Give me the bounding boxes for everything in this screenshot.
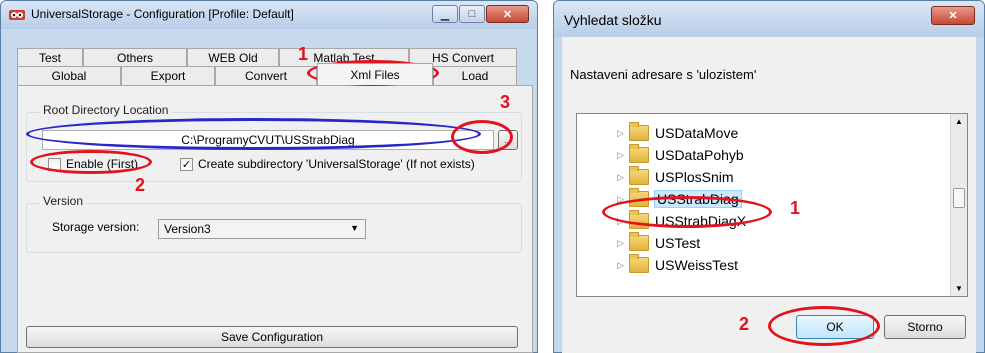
tree-item-label: USDataPohyb	[655, 147, 744, 163]
minimize-button[interactable]: ▁	[432, 5, 458, 23]
tab-test[interactable]: Test	[17, 48, 83, 67]
storage-version-select[interactable]: Version3 ▼	[158, 219, 366, 239]
tree-item-usdatamove[interactable]: ▷ USDataMove	[617, 122, 937, 144]
folder-icon	[629, 232, 649, 251]
minimize-icon: ▁	[440, 8, 450, 21]
app-icon	[9, 8, 25, 22]
folder-tree-scrollbar[interactable]: ▲ ▼	[950, 114, 967, 296]
tab-load[interactable]: Load	[433, 66, 517, 85]
create-subdir-label: Create subdirectory 'UniversalStorage' (…	[198, 157, 475, 171]
storno-button[interactable]: Storno	[884, 315, 966, 339]
tree-item-usweisstest[interactable]: ▷ USWeissTest	[617, 254, 937, 276]
checkmark-icon: ✓	[181, 159, 192, 171]
annotation-ring-browse	[451, 120, 513, 154]
folder-icon	[629, 166, 649, 185]
browse-folder-window: Vyhledat složku ✕ Nastaveni adresare s '…	[553, 0, 985, 353]
annotation-ring-ok	[768, 306, 880, 346]
expand-arrow-icon[interactable]: ▷	[617, 238, 629, 249]
tree-item-usdatapohyb[interactable]: ▷ USDataPohyb	[617, 144, 937, 166]
browse-titlebar: Vyhledat složku ✕	[554, 1, 984, 37]
tab-label: Test	[38, 51, 61, 65]
maximize-icon: □	[468, 8, 476, 20]
tab-label: HS Convert	[431, 51, 495, 65]
save-configuration-button[interactable]: Save Configuration	[26, 326, 518, 348]
tree-item-ustest[interactable]: ▷ USTest	[617, 232, 937, 254]
expand-arrow-icon[interactable]: ▷	[617, 128, 629, 139]
expand-arrow-icon[interactable]: ▷	[617, 150, 629, 161]
create-subdir-checkbox[interactable]: ✓	[180, 158, 193, 171]
save-configuration-label: Save Configuration	[220, 330, 324, 344]
scroll-up-arrow-icon[interactable]: ▲	[955, 117, 963, 126]
close-icon: ✕	[502, 8, 513, 21]
tree-item-label: USPlosSnim	[655, 169, 734, 185]
scroll-down-arrow-icon[interactable]: ▼	[955, 284, 963, 293]
config-titlebar: UniversalStorage - Configuration [Profil…	[1, 1, 537, 29]
browse-close-button[interactable]: ✕	[931, 6, 975, 25]
expand-arrow-icon[interactable]: ▷	[617, 172, 629, 183]
tab-label: Xml Files	[350, 67, 400, 82]
maximize-button[interactable]: □	[459, 5, 485, 23]
tab-label: Global	[51, 69, 87, 83]
config-window: UniversalStorage - Configuration [Profil…	[0, 0, 538, 353]
expand-arrow-icon[interactable]: ▷	[617, 260, 629, 271]
tab-others[interactable]: Others	[83, 48, 187, 67]
scroll-thumb[interactable]	[953, 188, 965, 208]
annotation-number-right-2: 2	[739, 314, 750, 334]
tab-label: Others	[116, 51, 153, 65]
close-button[interactable]: ✕	[486, 5, 529, 23]
annotation-ring-selected-folder	[602, 196, 772, 228]
annotation-ring-enable	[30, 150, 152, 174]
annotation-number-2: 2	[135, 175, 146, 195]
annotation-number-3: 3	[500, 92, 511, 112]
browse-window-title: Vyhledat složku	[564, 12, 662, 28]
close-icon: ✕	[948, 10, 958, 22]
annotation-ring-path	[26, 118, 481, 150]
tree-item-usplossnim[interactable]: ▷ USPlosSnim	[617, 166, 937, 188]
browse-description: Nastaveni adresare s 'ulozistem'	[570, 67, 757, 82]
storage-version-label: Storage version:	[52, 220, 140, 234]
tab-label: WEB Old	[208, 51, 258, 65]
folder-icon	[629, 254, 649, 273]
annotation-number-right-1: 1	[790, 198, 801, 218]
annotation-number-1: 1	[298, 44, 309, 64]
version-group-title: Version	[40, 194, 87, 208]
tab-export[interactable]: Export	[121, 66, 215, 85]
tab-label: Export	[150, 69, 186, 83]
tree-item-label: USTest	[655, 235, 701, 251]
tree-item-label: USWeissTest	[655, 257, 738, 273]
folder-icon	[629, 144, 649, 163]
storage-version-value: Version3	[164, 222, 211, 236]
tab-xml-files[interactable]: Xml Files	[317, 63, 433, 85]
tab-label: Convert	[244, 69, 288, 83]
folder-icon	[629, 122, 649, 141]
tab-label: Load	[461, 69, 489, 83]
browse-client: Nastaveni adresare s 'ulozistem' ▷ USDat…	[562, 37, 976, 353]
tab-convert[interactable]: Convert	[215, 66, 317, 85]
config-window-title: UniversalStorage - Configuration [Profil…	[31, 7, 294, 21]
tab-global[interactable]: Global	[17, 66, 121, 85]
tab-web-old[interactable]: WEB Old	[187, 48, 279, 67]
chevron-down-icon: ▼	[350, 223, 359, 233]
root-directory-group-title: Root Directory Location	[40, 103, 172, 117]
tree-item-label: USDataMove	[655, 125, 739, 141]
storno-label: Storno	[907, 320, 943, 334]
